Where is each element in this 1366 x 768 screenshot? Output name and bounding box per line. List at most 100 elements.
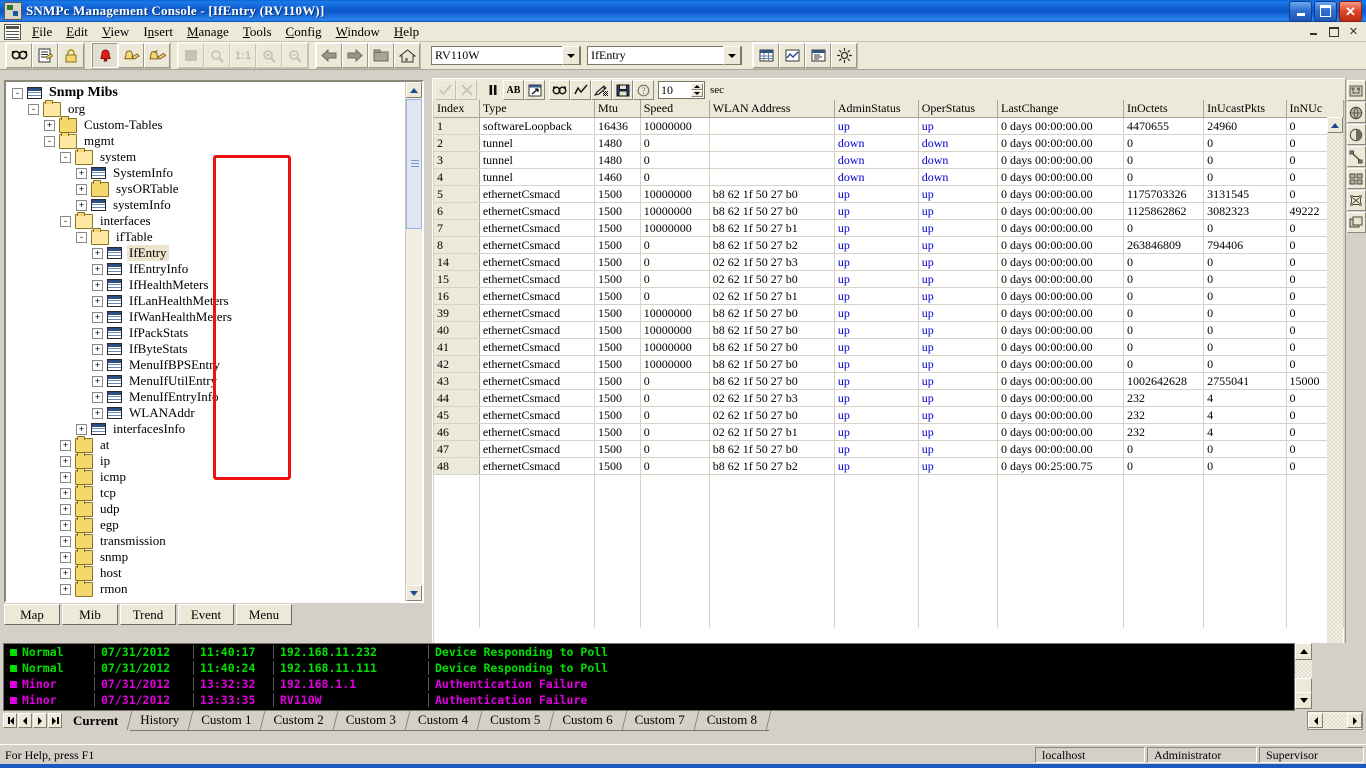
tree-node-snmp-mibs[interactable]: - Snmp Mibs	[6, 85, 406, 101]
table-row[interactable]: 48 ethernetCsmacd 1500 0 b8 62 1f 50 27 b2 up…	[434, 457, 1344, 475]
collapse-icon[interactable]: -	[44, 135, 55, 147]
expand-icon[interactable]: +	[60, 487, 71, 499]
column-header-lastchange[interactable]: LastChange	[997, 100, 1124, 118]
table-row[interactable]: 2 tunnel 1480 0 down down 0 days 00:00:00.00 0 0…	[434, 134, 1344, 152]
tree-node-ifpackstats[interactable]: + IfPackStats	[6, 325, 406, 341]
subnet-icon[interactable]	[1346, 168, 1366, 189]
save-disk-icon[interactable]	[612, 80, 633, 100]
column-header-inucastpkts[interactable]: InUcastPkts	[1203, 100, 1287, 118]
column-header-innuc[interactable]: InNUc	[1286, 100, 1344, 118]
up-folder-icon[interactable]	[368, 43, 394, 68]
settings-sun-icon[interactable]	[831, 43, 857, 68]
help-question-icon[interactable]: ?	[633, 80, 654, 100]
table-header-row[interactable]: Index Type Mtu Speed WLAN Address AdminStatus…	[434, 100, 1344, 118]
tree-node-systeminfo[interactable]: + systemInfo	[6, 197, 406, 213]
report-view-icon[interactable]	[805, 43, 831, 68]
table-row[interactable]: 43 ethernetCsmacd 1500 0 b8 62 1f 50 27 b0 up…	[434, 372, 1344, 390]
table-row[interactable]: 14 ethernetCsmacd 1500 0 02 62 1f 50 27 b3 up…	[434, 253, 1344, 271]
tree-tab-map[interactable]: Map	[4, 604, 60, 625]
column-header-wlan-address[interactable]: WLAN Address	[709, 100, 835, 118]
collapse-icon[interactable]: -	[60, 151, 71, 163]
tree-node-ifwanhealthmeters[interactable]: + IfWanHealthMeters	[6, 309, 406, 325]
log-nav-next-button[interactable]	[33, 713, 47, 728]
lock-icon[interactable]	[58, 43, 84, 68]
tree-node-icmp[interactable]: + icmp	[6, 467, 406, 485]
globe-half-icon[interactable]	[1346, 124, 1366, 145]
menu-edit[interactable]: Edit	[59, 22, 95, 42]
expand-icon[interactable]: +	[60, 551, 71, 563]
expand-icon[interactable]: +	[76, 167, 87, 179]
expand-icon[interactable]: +	[92, 311, 103, 323]
event-log-scrollbar[interactable]	[1295, 643, 1312, 709]
expand-icon[interactable]: +	[92, 279, 103, 291]
window-restore-button[interactable]	[1314, 0, 1337, 22]
tree-node-ifentry[interactable]: + IfEntry	[6, 245, 406, 261]
forward-arrow-icon[interactable]	[342, 43, 368, 68]
bell-clear-icon[interactable]	[144, 43, 170, 68]
expand-icon[interactable]: +	[92, 359, 103, 371]
log-tabs-scrollbar[interactable]	[1307, 711, 1363, 730]
text-ab-icon[interactable]: AB	[503, 80, 524, 100]
globe-icon[interactable]	[1346, 102, 1366, 123]
event-log-row[interactable]: Minor 07/31/2012 13:33:35 RV110W Authenticat…	[4, 692, 1294, 708]
table-view-icon[interactable]	[753, 43, 779, 68]
column-header-inoctets[interactable]: InOctets	[1123, 100, 1205, 118]
table-row[interactable]: 44 ethernetCsmacd 1500 0 02 62 1f 50 27 b3 up…	[434, 389, 1344, 407]
tree-node-mgmt[interactable]: - mgmt	[6, 131, 406, 149]
table-row[interactable]: 16 ethernetCsmacd 1500 0 02 62 1f 50 27 b1 up…	[434, 287, 1344, 305]
table-row[interactable]: 15 ethernetCsmacd 1500 0 02 62 1f 50 27 b0 up…	[434, 270, 1344, 288]
grid-vscroll-track[interactable]	[1327, 133, 1343, 677]
menu-manage[interactable]: Manage	[180, 22, 236, 42]
tree-tab-event[interactable]: Event	[178, 604, 234, 625]
submap-icon[interactable]	[1346, 212, 1366, 233]
expand-icon[interactable]: +	[60, 519, 71, 531]
table-row[interactable]: 39 ethernetCsmacd 1500 10000000 b8 62 1f 50 …	[434, 304, 1344, 322]
expand-icon[interactable]: +	[92, 375, 103, 387]
menu-file[interactable]: File	[25, 22, 59, 42]
zoom-1-1-icon[interactable]: 1:1	[230, 43, 256, 68]
log-tab-custom-2[interactable]: Custom 2	[263, 711, 336, 731]
tree-node-iflanhealthmeters[interactable]: + IfLanHealthMeters	[6, 293, 406, 309]
alarm-bell-icon[interactable]	[92, 43, 118, 68]
chevron-down-icon[interactable]	[562, 46, 580, 65]
table-row[interactable]: 8 ethernetCsmacd 1500 0 b8 62 1f 50 27 b2 up u…	[434, 236, 1344, 254]
log-tab-custom-4[interactable]: Custom 4	[407, 711, 481, 731]
log-nav-first-button[interactable]	[3, 713, 17, 728]
table-row[interactable]: 3 tunnel 1480 0 down down 0 days 00:00:00.00 0 0…	[434, 151, 1344, 169]
expand-icon[interactable]: +	[92, 407, 103, 419]
expand-icon[interactable]: +	[76, 423, 87, 435]
expand-icon[interactable]: +	[60, 439, 71, 451]
tree-node-iftable[interactable]: - ifTable	[6, 227, 406, 245]
event-log-list[interactable]: Normal 07/31/2012 11:40:17 192.168.11.232 De…	[3, 643, 1295, 711]
log-tab-custom-5[interactable]: Custom 5	[480, 711, 553, 731]
mdi-minimize-button[interactable]	[1304, 23, 1323, 40]
tree-node-rmon[interactable]: + rmon	[6, 579, 406, 597]
table-row[interactable]: 46 ethernetCsmacd 1500 0 02 62 1f 50 27 b1 up…	[434, 423, 1344, 441]
tree-tab-menu[interactable]: Menu	[236, 604, 292, 625]
mdi-restore-button[interactable]	[1324, 23, 1343, 40]
log-tab-custom-6[interactable]: Custom 6	[552, 711, 625, 731]
properties-icon[interactable]	[32, 43, 58, 68]
expand-icon[interactable]: +	[92, 247, 103, 259]
menu-window[interactable]: Window	[329, 22, 387, 42]
chevron-down-icon[interactable]	[723, 46, 741, 65]
edit-pencil-icon[interactable]	[591, 80, 612, 100]
pause-icon[interactable]	[482, 80, 503, 100]
graph-icon[interactable]	[570, 80, 591, 100]
tree-tab-mib[interactable]: Mib	[62, 604, 118, 625]
spinner-up-button[interactable]	[691, 83, 703, 90]
find-icon[interactable]	[549, 80, 570, 100]
tree-node-interfaces[interactable]: - interfaces	[6, 211, 406, 229]
menu-insert[interactable]: Insert	[136, 22, 180, 42]
tree-node-ifhealthmeters[interactable]: + IfHealthMeters	[6, 277, 406, 293]
column-header-index[interactable]: Index	[434, 100, 480, 118]
export-icon[interactable]	[524, 80, 545, 100]
expand-icon[interactable]: +	[92, 327, 103, 339]
table-row[interactable]: 40 ethernetCsmacd 1500 10000000 b8 62 1f 50 …	[434, 321, 1344, 339]
expand-icon[interactable]: +	[60, 455, 71, 467]
menu-config[interactable]: Config	[279, 22, 329, 42]
collapse-icon[interactable]: -	[76, 231, 87, 243]
log-tab-current[interactable]: Current	[63, 711, 130, 730]
log-tab-custom-7[interactable]: Custom 7	[624, 711, 697, 731]
table-row[interactable]: 7 ethernetCsmacd 1500 10000000 b8 62 1f 50 2…	[434, 219, 1344, 237]
